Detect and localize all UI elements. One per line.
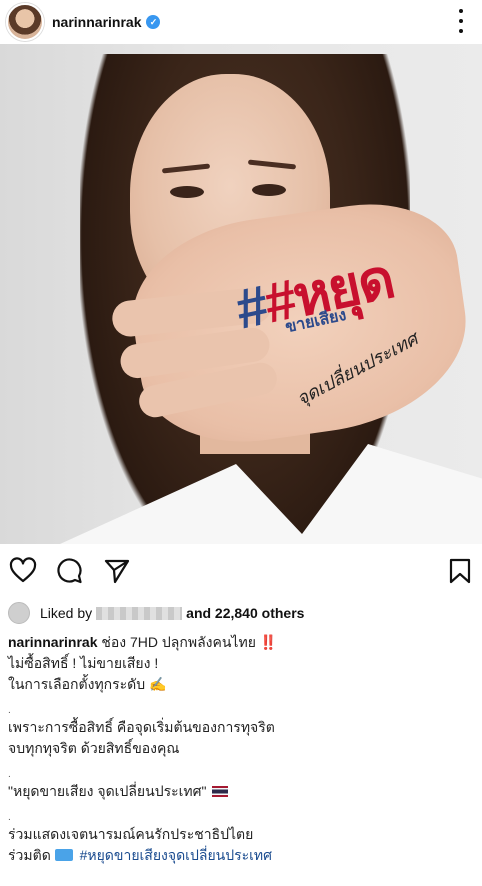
username-row: narinnarinrak ✓ (52, 14, 161, 30)
likes-prefix: Liked by (40, 605, 93, 621)
verified-badge-icon: ✓ (146, 15, 161, 29)
caption-dot: . (8, 705, 11, 716)
blurred-username (96, 606, 183, 620)
liker-avatar (8, 602, 30, 624)
caption-line-1: ช่อง 7HD ปลุกพลังคนไทย (101, 634, 256, 650)
caption-dot: . (8, 769, 11, 780)
blue-square-icon (54, 849, 73, 861)
likes-count[interactable]: and 22,840 others (186, 605, 304, 621)
more-options-icon[interactable] (458, 9, 464, 33)
caption-line-4: เพราะการซื้อสิทธิ์ คือจุดเริ่มต้นของการท… (8, 719, 275, 735)
heart-icon[interactable] (9, 557, 37, 585)
action-bar (0, 548, 482, 594)
caption-line-3: ในการเลือกตั้งทุกระดับ (8, 676, 146, 692)
send-icon[interactable] (103, 557, 131, 585)
profile-avatar[interactable] (6, 3, 44, 41)
post-caption: narinnarinrak ช่อง 7HD ปลุกพลังคนไทย ‼️ … (8, 632, 474, 866)
caption-line-2: ไม่ซื้อสิทธิ์ ! ไม่ขายเสียง ! (8, 655, 159, 671)
caption-line-5: จบทุกทุจริต ด้วยสิทธิ์ของคุณ (8, 740, 180, 756)
double-exclamation-icon: ‼️ (259, 634, 278, 650)
writing-hand-icon: ✍ (149, 676, 167, 692)
post-header: narinnarinrak ✓ (0, 0, 482, 44)
thailand-flag-icon (211, 786, 228, 797)
caption-line-6: "หยุดขายเสียง จุดเปลี่ยนประเทศ" (8, 783, 207, 799)
comment-icon[interactable] (55, 557, 83, 585)
bookmark-icon[interactable] (446, 557, 474, 585)
caption-username[interactable]: narinnarinrak (8, 634, 97, 650)
caption-line-7: ร่วมแสดงเจตนารมณ์คนรักประชาธิปไตย (8, 826, 254, 842)
hashtag-link[interactable]: #หยุดขายเสียงจุดเปลี่ยนประเทศ (80, 847, 272, 863)
caption-dot: . (8, 812, 11, 823)
likes-row[interactable]: Liked by and 22,840 others (8, 600, 304, 626)
instagram-post: narinnarinrak ✓ ##หยุด ขายเสียง จุดเปลี่… (0, 0, 482, 886)
post-image[interactable]: ##หยุด ขายเสียง จุดเปลี่ยนประเทศ (0, 44, 482, 544)
caption-line-8-prefix: ร่วมติด (8, 847, 51, 863)
username-link[interactable]: narinnarinrak (52, 14, 141, 30)
